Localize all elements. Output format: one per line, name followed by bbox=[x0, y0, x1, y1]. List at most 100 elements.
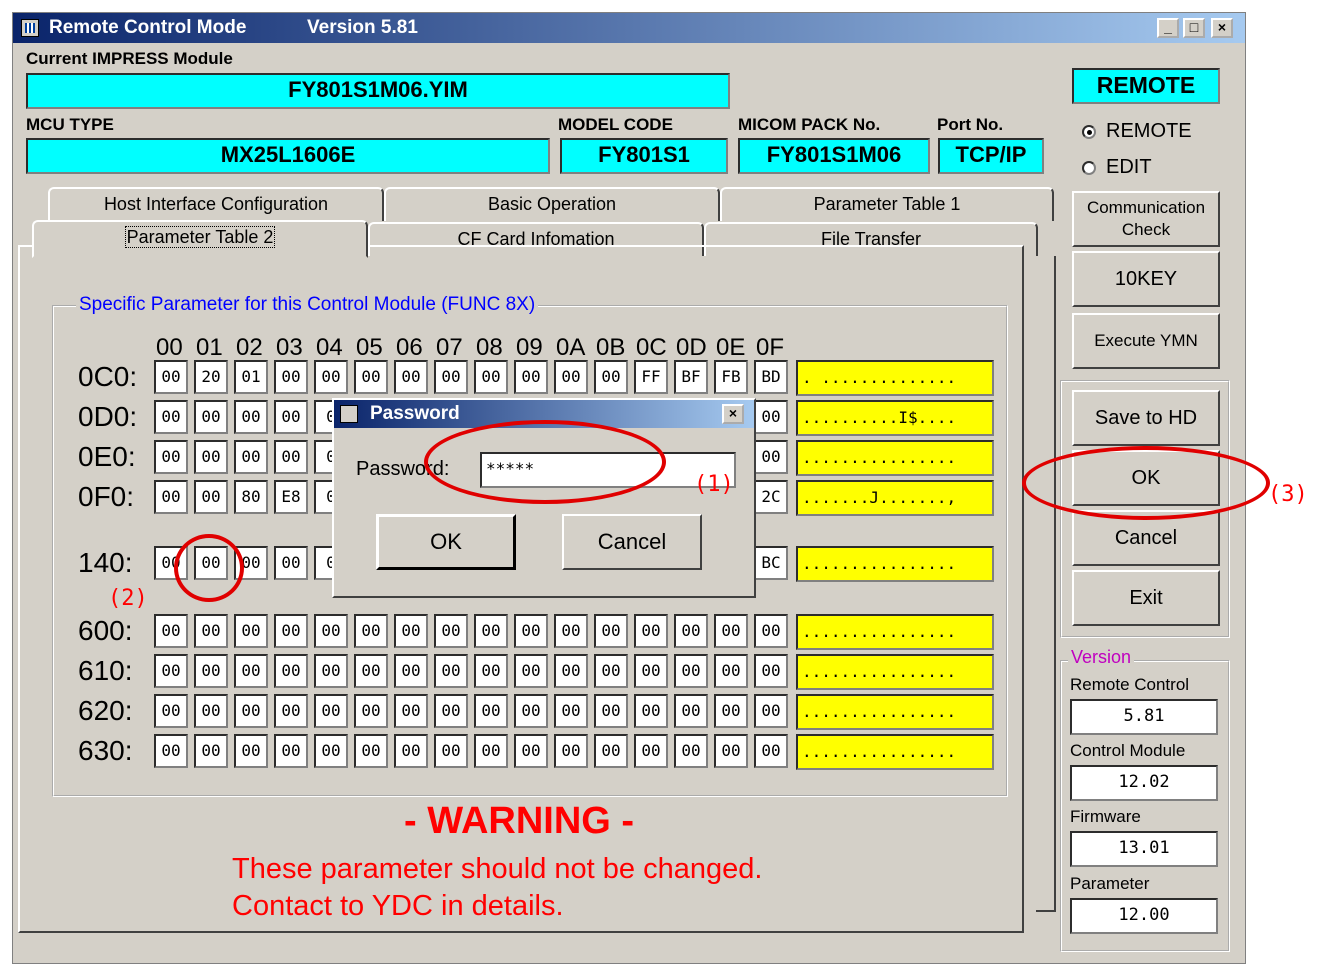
hex-cell[interactable]: BC bbox=[754, 546, 788, 580]
hex-cell[interactable]: 00 bbox=[634, 734, 668, 768]
hex-cell[interactable]: E8 bbox=[274, 480, 308, 514]
radio-remote-dot[interactable] bbox=[1082, 124, 1096, 139]
hex-cell[interactable]: 00 bbox=[274, 546, 308, 580]
hex-cell[interactable]: 00 bbox=[274, 400, 308, 434]
hex-cell[interactable]: FF bbox=[634, 360, 668, 394]
hex-cell[interactable]: 00 bbox=[234, 440, 268, 474]
hex-cell[interactable]: 00 bbox=[314, 360, 348, 394]
hex-cell[interactable]: 00 bbox=[354, 360, 388, 394]
hex-cell[interactable]: 00 bbox=[154, 614, 188, 648]
dialog-cancel-button[interactable]: Cancel bbox=[562, 514, 702, 570]
radio-remote[interactable]: REMOTE bbox=[1082, 120, 1192, 143]
hex-cell[interactable]: 00 bbox=[154, 360, 188, 394]
hex-cell[interactable]: 00 bbox=[474, 694, 508, 728]
hex-cell[interactable]: 00 bbox=[274, 614, 308, 648]
hex-cell[interactable]: 00 bbox=[354, 694, 388, 728]
radio-edit-dot[interactable] bbox=[1082, 160, 1096, 175]
hex-cell[interactable]: 00 bbox=[594, 734, 628, 768]
tab-parameter-table-1[interactable]: Parameter Table 1 bbox=[720, 187, 1054, 221]
hex-cell[interactable]: 00 bbox=[274, 654, 308, 688]
dialog-close-button[interactable]: × bbox=[722, 404, 744, 424]
hex-cell[interactable]: 00 bbox=[154, 654, 188, 688]
hex-cell[interactable]: 00 bbox=[194, 480, 228, 514]
hex-cell[interactable]: 00 bbox=[194, 654, 228, 688]
hex-cell[interactable]: 00 bbox=[154, 400, 188, 434]
hex-cell[interactable]: 00 bbox=[154, 440, 188, 474]
hex-cell[interactable]: 00 bbox=[754, 400, 788, 434]
hex-cell[interactable]: 00 bbox=[154, 734, 188, 768]
hex-cell[interactable]: 00 bbox=[594, 654, 628, 688]
save-to-hd-button[interactable]: Save to HD bbox=[1072, 390, 1220, 446]
hex-cell[interactable]: 00 bbox=[474, 614, 508, 648]
hex-cell[interactable]: 00 bbox=[554, 694, 588, 728]
hex-cell[interactable]: 00 bbox=[394, 654, 428, 688]
hex-cell[interactable]: 00 bbox=[314, 694, 348, 728]
hex-cell[interactable]: BD bbox=[754, 360, 788, 394]
hex-cell[interactable]: FB bbox=[714, 360, 748, 394]
hex-cell[interactable]: 00 bbox=[554, 614, 588, 648]
radio-edit[interactable]: EDIT bbox=[1082, 156, 1152, 179]
hex-cell[interactable]: 00 bbox=[594, 614, 628, 648]
hex-cell[interactable]: 00 bbox=[354, 734, 388, 768]
hex-cell[interactable]: 00 bbox=[194, 614, 228, 648]
hex-cell[interactable]: 00 bbox=[634, 694, 668, 728]
hex-cell[interactable]: 00 bbox=[674, 614, 708, 648]
hex-cell[interactable]: 00 bbox=[274, 440, 308, 474]
hex-cell[interactable]: 00 bbox=[514, 694, 548, 728]
hex-cell[interactable]: 00 bbox=[314, 614, 348, 648]
hex-cell[interactable]: 00 bbox=[234, 694, 268, 728]
hex-cell[interactable]: 00 bbox=[674, 694, 708, 728]
hex-cell[interactable]: 00 bbox=[474, 734, 508, 768]
hex-cell[interactable]: 00 bbox=[754, 614, 788, 648]
hex-cell[interactable]: 00 bbox=[714, 734, 748, 768]
close-button[interactable]: × bbox=[1211, 18, 1233, 38]
hex-cell[interactable]: 00 bbox=[714, 654, 748, 688]
hex-cell[interactable]: 00 bbox=[234, 734, 268, 768]
hex-cell[interactable]: 00 bbox=[194, 734, 228, 768]
communication-check-button[interactable]: Communication Check bbox=[1072, 191, 1220, 247]
tab-host-interface[interactable]: Host Interface Configuration bbox=[48, 187, 384, 221]
hex-cell[interactable]: 00 bbox=[194, 694, 228, 728]
hex-cell[interactable]: 00 bbox=[754, 654, 788, 688]
hex-cell[interactable]: 00 bbox=[434, 694, 468, 728]
hex-cell[interactable]: 00 bbox=[234, 400, 268, 434]
tab-basic-operation[interactable]: Basic Operation bbox=[384, 187, 720, 221]
hex-cell[interactable]: 00 bbox=[754, 734, 788, 768]
hex-cell[interactable]: 00 bbox=[554, 734, 588, 768]
hex-cell[interactable]: 2C bbox=[754, 480, 788, 514]
dialog-ok-button[interactable]: OK bbox=[376, 514, 516, 570]
execute-ymn-button[interactable]: Execute YMN bbox=[1072, 313, 1220, 369]
hex-cell[interactable]: 00 bbox=[274, 694, 308, 728]
hex-cell[interactable]: 00 bbox=[314, 734, 348, 768]
hex-cell[interactable]: 00 bbox=[234, 614, 268, 648]
hex-cell[interactable]: 01 bbox=[234, 360, 268, 394]
hex-cell[interactable]: 00 bbox=[434, 654, 468, 688]
hex-cell[interactable]: 00 bbox=[434, 614, 468, 648]
hex-cell[interactable]: 00 bbox=[594, 360, 628, 394]
hex-cell[interactable]: 00 bbox=[434, 360, 468, 394]
tenkey-button[interactable]: 10KEY bbox=[1072, 251, 1220, 307]
hex-cell[interactable]: 00 bbox=[714, 694, 748, 728]
hex-cell[interactable]: 00 bbox=[434, 734, 468, 768]
hex-cell[interactable]: 00 bbox=[394, 360, 428, 394]
exit-button[interactable]: Exit bbox=[1072, 570, 1220, 626]
hex-cell[interactable]: 00 bbox=[394, 614, 428, 648]
hex-cell[interactable]: 00 bbox=[194, 440, 228, 474]
hex-cell[interactable]: 00 bbox=[394, 734, 428, 768]
hex-cell[interactable]: 00 bbox=[194, 400, 228, 434]
hex-cell[interactable]: 00 bbox=[554, 654, 588, 688]
hex-cell[interactable]: 00 bbox=[754, 440, 788, 474]
hex-cell[interactable]: 00 bbox=[514, 734, 548, 768]
hex-cell[interactable]: 00 bbox=[274, 360, 308, 394]
hex-cell[interactable]: 00 bbox=[474, 654, 508, 688]
minimize-button[interactable]: _ bbox=[1157, 18, 1179, 38]
maximize-button[interactable]: □ bbox=[1183, 18, 1205, 38]
hex-cell[interactable]: 00 bbox=[154, 694, 188, 728]
hex-cell[interactable]: 00 bbox=[274, 734, 308, 768]
hex-cell[interactable]: 00 bbox=[314, 654, 348, 688]
hex-cell[interactable]: 00 bbox=[554, 360, 588, 394]
hex-cell[interactable]: 00 bbox=[634, 654, 668, 688]
hex-cell[interactable]: 00 bbox=[714, 614, 748, 648]
hex-cell[interactable]: 00 bbox=[754, 694, 788, 728]
hex-cell[interactable]: 00 bbox=[354, 614, 388, 648]
